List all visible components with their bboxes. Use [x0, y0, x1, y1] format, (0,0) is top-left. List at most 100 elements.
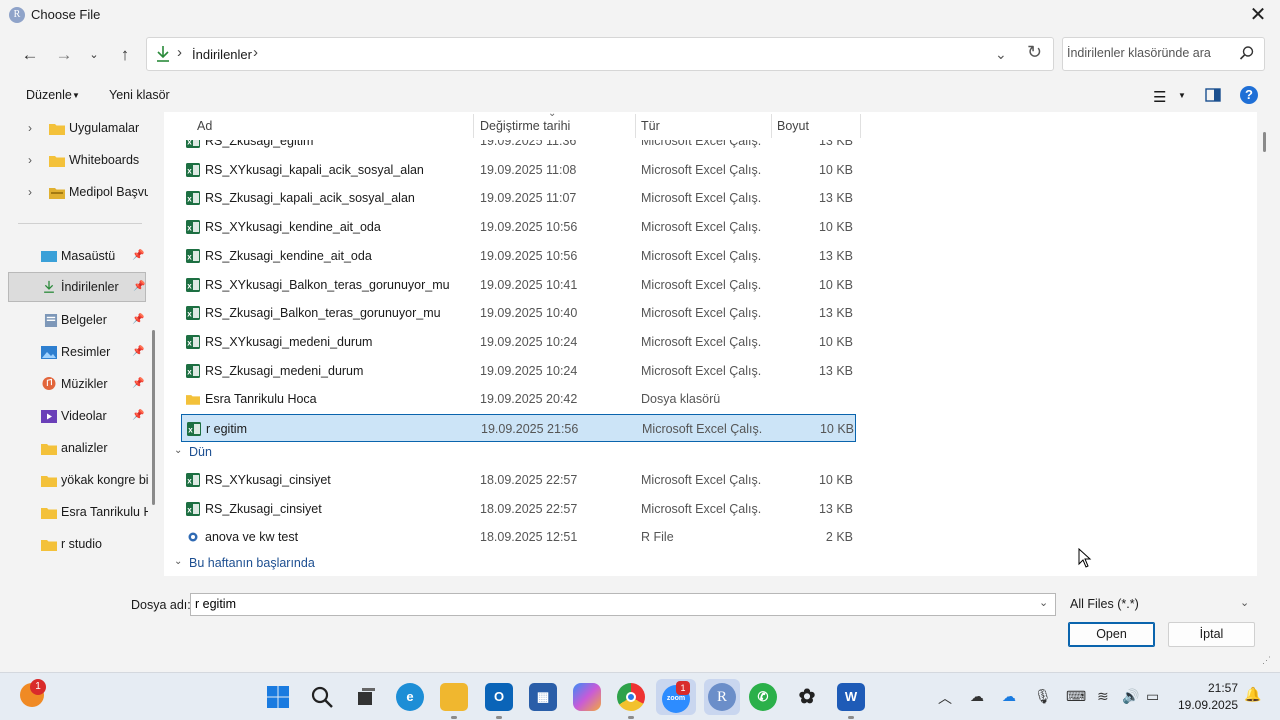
search-icon[interactable] — [1239, 45, 1255, 61]
search-box[interactable] — [1062, 37, 1265, 71]
chatgpt-icon: ✿ — [798, 686, 816, 708]
edge-button[interactable]: e — [396, 683, 424, 711]
file-row[interactable]: x RS_XYkusagi_cinsiyet 18.09.2025 22:57 Mic… — [181, 466, 856, 494]
keyboard-icon[interactable]: ⌨ — [1066, 688, 1086, 705]
sidebar-item-music[interactable]: Müzikler 📌 — [8, 370, 146, 400]
onedrive-icon[interactable]: ☁ — [970, 688, 984, 705]
onedrive-blue-icon[interactable]: ☁ — [1002, 688, 1016, 705]
sidebar-item-yokak[interactable]: yökak kongre bi — [8, 466, 148, 496]
start-button[interactable] — [264, 683, 292, 711]
sidebar-item-medipol[interactable]: › Medipol Başvu — [8, 178, 148, 208]
cancel-button[interactable]: İptal — [1168, 622, 1255, 647]
r-button[interactable]: R — [704, 679, 740, 715]
sidebar-item-label: Videolar — [61, 409, 107, 423]
breadcrumb-downloads[interactable]: İndirilenler — [192, 47, 252, 62]
notifications-icon[interactable]: 🔔 — [1244, 686, 1261, 703]
group-label: Bu haftanın başlarında — [189, 556, 315, 570]
clock-time[interactable]: 21:57 — [1208, 681, 1238, 695]
filename-combobox[interactable]: ⌄ — [190, 593, 1056, 616]
file-row[interactable]: x RS_Zkusagi_cinsiyet 18.09.2025 22:57 Micr… — [181, 495, 856, 523]
word-icon: W — [844, 689, 858, 704]
wifi-icon[interactable]: ≋ — [1097, 688, 1109, 705]
show-hidden-icons-icon[interactable]: ︿ — [938, 688, 952, 708]
outlook-button[interactable]: O — [485, 683, 513, 719]
expand-chevron-icon[interactable]: › — [28, 121, 32, 135]
caret-down-icon[interactable]: ▼ — [72, 91, 80, 100]
breadcrumb-separator[interactable]: › — [253, 44, 258, 61]
recent-locations-button[interactable]: ⌄ — [80, 41, 108, 69]
file-date: 18.09.2025 22:57 — [480, 501, 578, 516]
word-button[interactable]: W — [837, 683, 865, 719]
file-type-filter-value: All Files (*.*) — [1070, 597, 1139, 611]
microphone-icon[interactable]: 🎙 — [1034, 688, 1052, 705]
up-button[interactable]: ↑ — [111, 41, 139, 69]
sidebar-item-pictures[interactable]: Resimler 📌 — [8, 338, 146, 368]
sidebar-item-esra[interactable]: Esra Tanrikulu Ho — [8, 498, 148, 528]
store-icon: ▦ — [536, 689, 550, 704]
refresh-icon[interactable]: ↻ — [1027, 42, 1042, 63]
resize-grip-icon[interactable]: ⋰ — [1262, 655, 1271, 666]
back-button[interactable]: ← — [16, 41, 44, 69]
search-input[interactable] — [1067, 46, 1227, 60]
chatgpt-button[interactable]: ✿ — [793, 683, 821, 711]
caret-down-icon[interactable]: ▼ — [1178, 91, 1186, 100]
filename-input[interactable] — [195, 597, 1015, 611]
nav-scrollbar[interactable] — [152, 330, 155, 505]
sidebar-item-whiteboards[interactable]: › Whiteboards — [8, 146, 146, 176]
chrome-button[interactable] — [617, 683, 645, 719]
file-name: RS_XYkusagi_cinsiyet — [205, 473, 331, 487]
zoom-button[interactable]: zoom 1 — [656, 679, 696, 715]
sidebar-item-desktop[interactable]: Masaüstü 📌 — [8, 242, 146, 272]
battery-icon[interactable]: ▭ — [1146, 688, 1159, 705]
new-folder-button[interactable]: Yeni klasör — [109, 88, 170, 102]
sidebar-item-videos[interactable]: Videolar 📌 — [8, 402, 146, 432]
help-icon[interactable]: ? — [1240, 86, 1258, 104]
address-dropdown-icon[interactable]: ⌄ — [995, 46, 1007, 63]
open-button[interactable]: Open — [1068, 622, 1155, 647]
copilot-button[interactable] — [573, 683, 601, 711]
sidebar-item-analizler[interactable]: analizler — [8, 434, 146, 464]
close-icon: ✕ — [1249, 4, 1267, 26]
desktop-icon — [41, 251, 57, 262]
volume-icon[interactable]: 🔊 — [1122, 688, 1139, 705]
organize-button[interactable]: Düzenle — [26, 88, 72, 102]
whatsapp-button[interactable]: ✆ — [749, 683, 777, 711]
file-size: 2 KB — [825, 530, 853, 545]
preview-pane-icon[interactable] — [1205, 88, 1221, 102]
file-explorer-button[interactable] — [440, 683, 468, 719]
address-bar[interactable]: › İndirilenler › ⌄ ↻ — [146, 37, 1054, 71]
navigation-pane[interactable]: › Uygulamalar › Whiteboards › Medipol Ba… — [8, 114, 148, 576]
chevron-down-icon[interactable]: ⌄ — [1240, 596, 1249, 609]
sidebar-item-documents[interactable]: Belgeler 📌 — [8, 306, 146, 336]
excel-icon: x — [186, 473, 200, 487]
expand-chevron-icon[interactable]: › — [28, 185, 32, 199]
sidebar-item-apps[interactable]: › Uygulamalar — [8, 114, 146, 144]
download-icon — [44, 280, 54, 293]
sidebar-item-label: Resimler — [61, 345, 111, 359]
documents-icon — [44, 314, 58, 327]
task-view-button[interactable] — [352, 683, 380, 711]
forward-button[interactable]: → — [50, 41, 78, 69]
close-button[interactable]: ✕ — [1236, 0, 1280, 32]
file-row[interactable]: anova ve kw test 18.09.2025 12:51 R File 2 … — [181, 523, 856, 551]
pictures-icon — [41, 346, 57, 359]
clock-date[interactable]: 19.09.2025 — [1178, 698, 1238, 712]
file-size: 13 KB — [818, 501, 853, 516]
sidebar-item-downloads[interactable]: İndirilenler 📌 — [8, 272, 146, 302]
taskbar-search-button[interactable] — [308, 683, 336, 711]
folder-icon — [41, 508, 57, 519]
view-options-icon[interactable]: ☰ — [1153, 88, 1166, 106]
chevron-down-icon[interactable]: ⌄ — [1039, 596, 1048, 609]
collapse-chevron-icon[interactable]: ⌄ — [174, 556, 182, 567]
store-button[interactable]: ▦ — [529, 683, 557, 711]
collapse-chevron-icon[interactable]: ⌄ — [174, 445, 182, 456]
group-label: Dün — [189, 445, 212, 459]
sidebar-item-rstudio[interactable]: r studio — [8, 530, 146, 560]
expand-chevron-icon[interactable]: › — [28, 153, 32, 167]
list-scrollbar[interactable] — [1263, 132, 1266, 152]
running-indicator — [496, 716, 502, 719]
file-type-filter[interactable]: All Files (*.*) ⌄ — [1066, 593, 1256, 616]
file-list[interactable]: Ad ⌄ Değiştirme tarihi Tür Boyut x RS_Zku… — [164, 108, 1257, 576]
folder-icon — [49, 156, 65, 167]
sidebar-item-label: Whiteboards — [69, 153, 140, 167]
